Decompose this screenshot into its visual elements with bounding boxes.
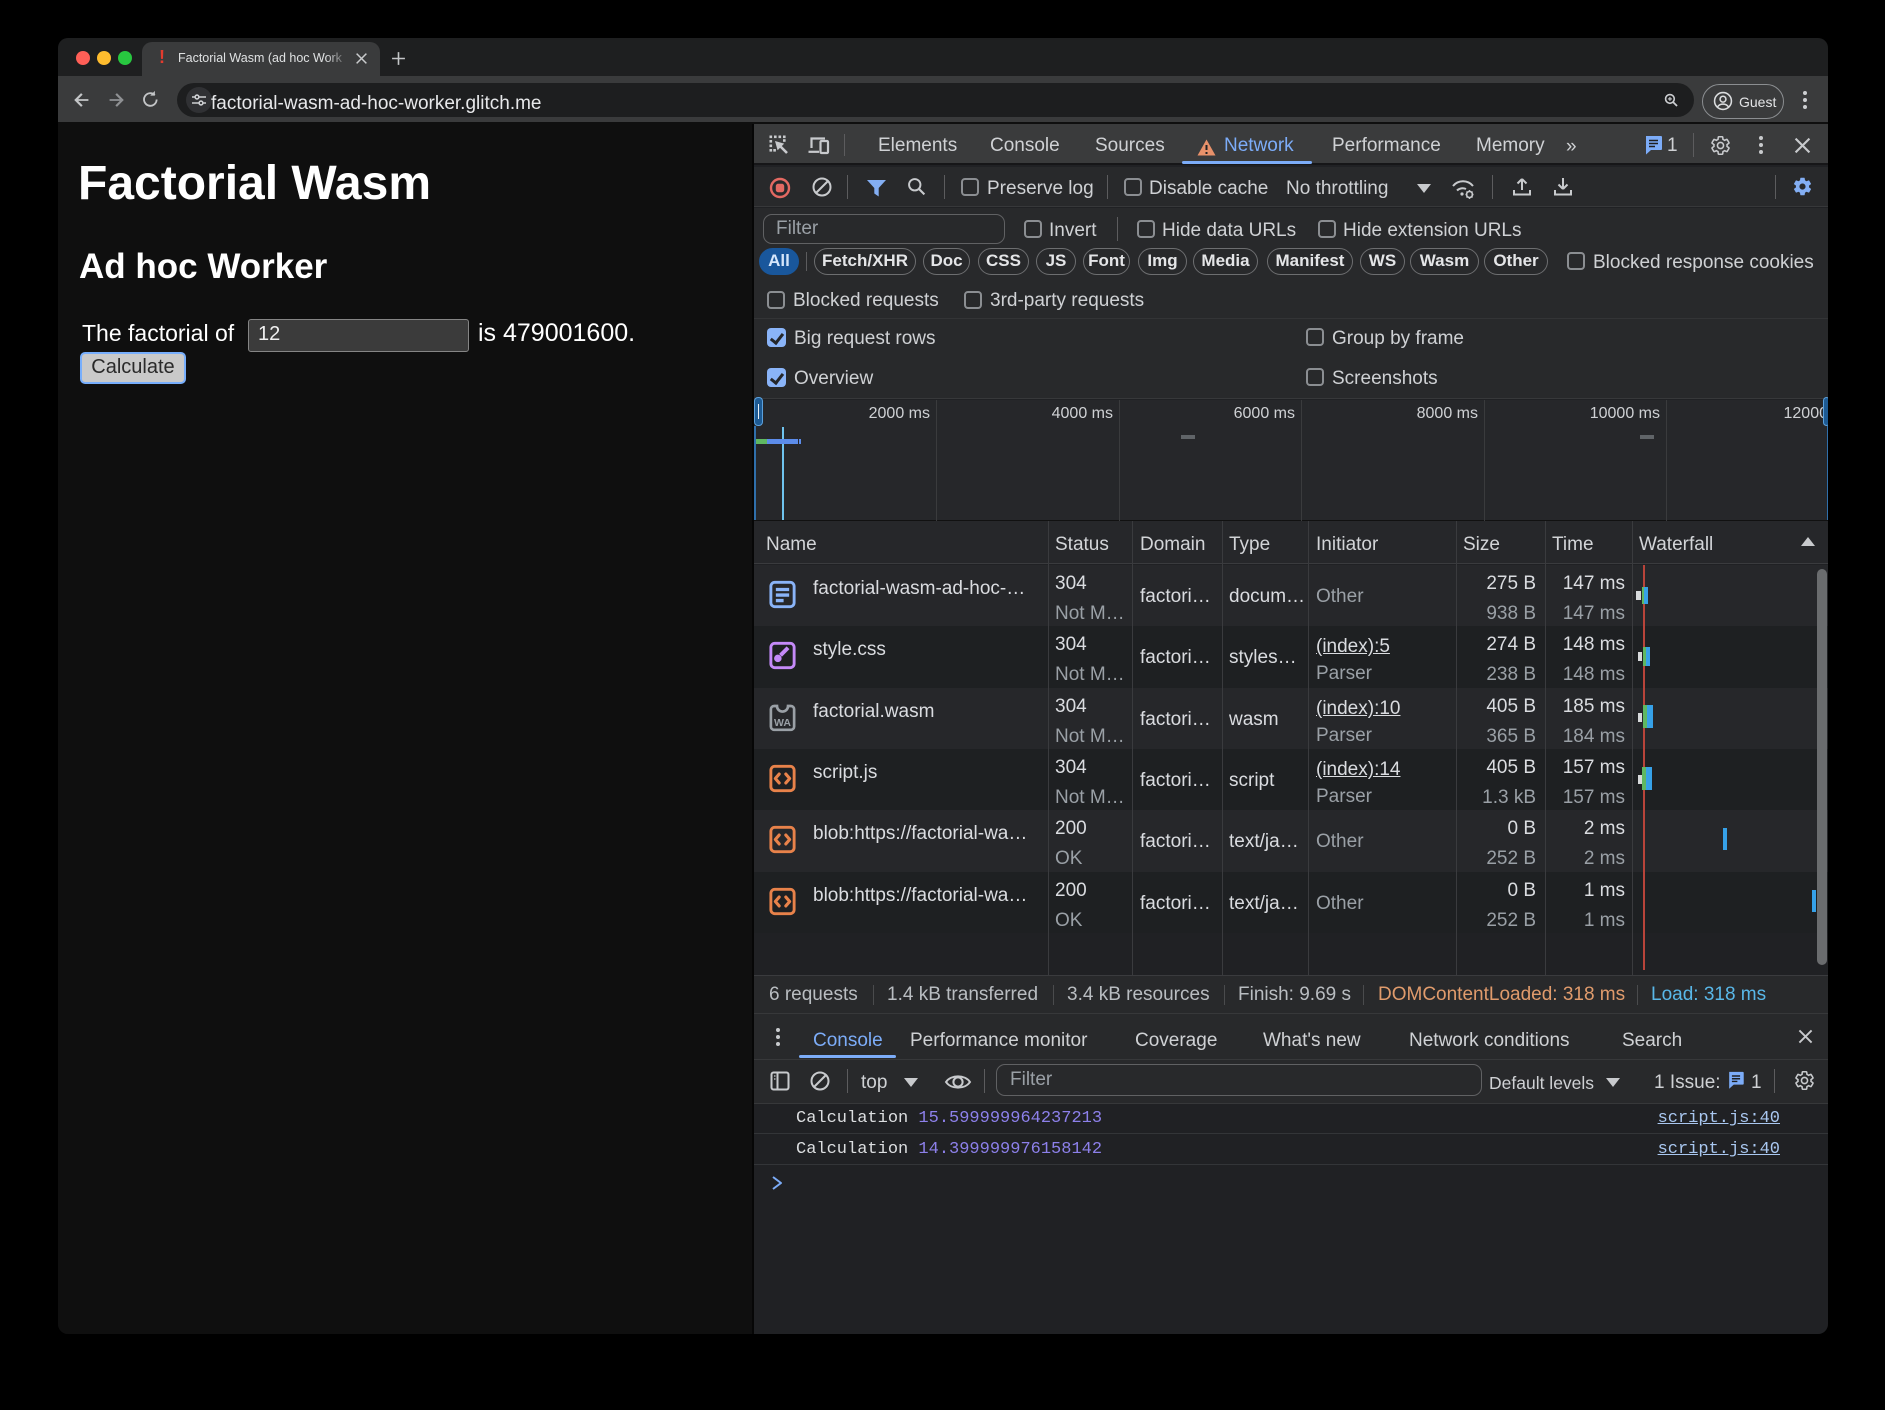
svg-text:WA: WA (774, 717, 791, 729)
